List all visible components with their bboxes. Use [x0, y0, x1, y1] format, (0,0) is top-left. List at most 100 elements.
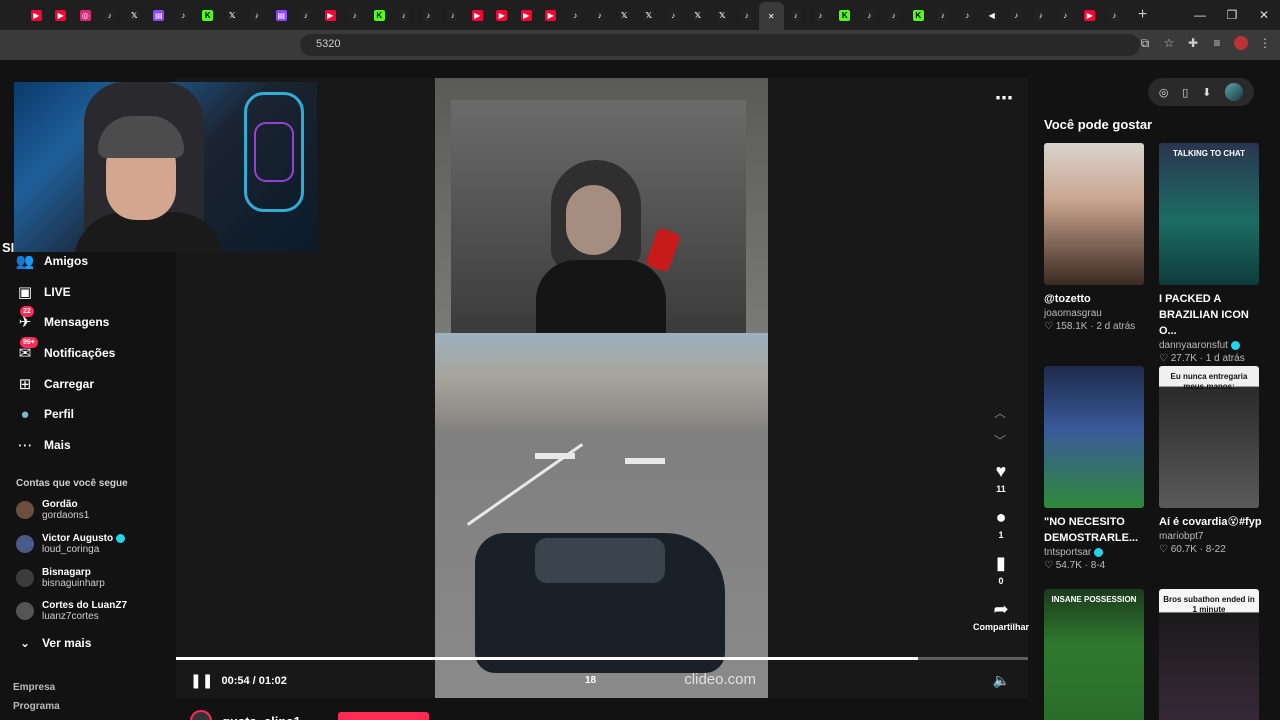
browser-tab[interactable]: ♪: [735, 3, 760, 27]
browser-tab[interactable]: ♪: [98, 3, 123, 27]
more-options-icon[interactable]: ⋯: [995, 88, 1014, 109]
browser-tab[interactable]: ♪: [1004, 3, 1029, 27]
minimize-icon[interactable]: —: [1184, 0, 1216, 30]
author-name[interactable]: gusta_clips1: [222, 714, 301, 720]
comment-button[interactable]: ● 1: [971, 507, 1031, 540]
browser-tab[interactable]: ♪: [784, 3, 809, 27]
followed-account[interactable]: Gordão gordaons1: [16, 499, 89, 521]
browser-tab[interactable]: ▤: [147, 3, 172, 27]
recommended-video-card[interactable]: "NO NECESITO DEMOSTRARLE... tntsportsar ♡ …: [1044, 366, 1144, 571]
browser-tab[interactable]: 𝕏: [122, 3, 147, 27]
browser-tab[interactable]: 𝕏: [220, 3, 245, 27]
sidebar-item-amigos[interactable]: 👥 Amigos: [16, 249, 88, 273]
video-frame[interactable]: 18 clideo.com: [435, 78, 768, 698]
browser-tab[interactable]: ♪: [343, 3, 368, 27]
sidebar-item-mensagens[interactable]: ✈ 22 Mensagens: [16, 306, 109, 334]
browser-tab[interactable]: ◎: [73, 3, 98, 27]
progress-bar[interactable]: [176, 657, 1028, 660]
mobile-icon[interactable]: ▯: [1182, 86, 1188, 99]
sidebar-item-carregar[interactable]: ⊞ Carregar: [16, 372, 94, 396]
browser-tab[interactable]: ♪: [563, 3, 588, 27]
new-tab-icon[interactable]: +: [1131, 6, 1155, 24]
restore-icon[interactable]: ❐: [1216, 0, 1248, 30]
close-icon[interactable]: ✕: [766, 11, 777, 22]
browser-tab[interactable]: K: [833, 3, 858, 27]
browser-tab[interactable]: ♪: [931, 3, 956, 27]
browser-tab[interactable]: ♪: [171, 3, 196, 27]
browser-tab[interactable]: ♪: [392, 3, 417, 27]
browser-tab[interactable]: ♪: [588, 3, 613, 27]
browser-tab[interactable]: ♪: [1053, 3, 1078, 27]
share-button[interactable]: ➦ Compartilhar: [966, 599, 1036, 632]
browser-tab[interactable]: ▶: [49, 3, 74, 27]
browser-tab[interactable]: ▶: [514, 3, 539, 27]
browser-tab[interactable]: ✕: [759, 2, 784, 30]
browser-tab[interactable]: ▶: [465, 3, 490, 27]
browser-tab[interactable]: ♪: [416, 3, 441, 27]
recommended-video-card[interactable]: TALKING TO CHAT I PACKED A BRAZILIAN ICON…: [1159, 143, 1259, 364]
browser-tab[interactable]: K: [367, 3, 392, 27]
browser-tab[interactable]: ♪: [955, 3, 980, 27]
recommended-video-card[interactable]: Bros subathon ended in 1 minute: [1159, 589, 1259, 720]
video-thumbnail[interactable]: Bros subathon ended in 1 minute: [1159, 589, 1259, 720]
browser-tab[interactable]: 𝕏: [710, 3, 735, 27]
recommended-video-card[interactable]: Eu nunca entregaria meus manos: Aí é cova…: [1159, 366, 1262, 555]
sidebar-item-live[interactable]: ▣ LIVE: [16, 280, 71, 304]
browser-tab[interactable]: ▶: [490, 3, 515, 27]
next-video-icon[interactable]: ﹀: [994, 432, 1006, 449]
sidebar-item-notificacoes[interactable]: ✉ 99+ Notificações: [16, 337, 115, 365]
video-thumbnail[interactable]: INSANE POSSESSION: [1044, 589, 1144, 720]
author-avatar[interactable]: [190, 710, 212, 720]
extensions-icon[interactable]: ✚: [1186, 36, 1200, 50]
follow-button[interactable]: [338, 712, 429, 720]
recommended-video-card[interactable]: INSANE POSSESSION: [1044, 589, 1144, 720]
browser-tab[interactable]: K: [906, 3, 931, 27]
browser-tab[interactable]: ♪: [857, 3, 882, 27]
browser-tab[interactable]: ▤: [269, 3, 294, 27]
download-icon[interactable]: ⬇: [1202, 86, 1211, 99]
followed-account[interactable]: Victor Augusto loud_coringa: [16, 533, 126, 555]
bookmark-star-icon[interactable]: ☆: [1162, 36, 1176, 50]
browser-tab[interactable]: 𝕏: [686, 3, 711, 27]
browser-tab[interactable]: K: [196, 3, 221, 27]
browser-tab[interactable]: ♪: [1102, 3, 1127, 27]
coins-icon[interactable]: ◎: [1159, 86, 1169, 99]
video-thumbnail[interactable]: [1044, 366, 1144, 508]
followed-account[interactable]: Bisnagarp bisnaguinharp: [16, 567, 105, 589]
recommended-video-card[interactable]: @tozetto joaomasgrau ♡ 158.1K · 2 d atrás: [1044, 143, 1144, 332]
browser-profile-avatar[interactable]: [1234, 36, 1248, 50]
video-thumbnail[interactable]: TALKING TO CHAT: [1159, 143, 1259, 285]
see-more-button[interactable]: ⌄ Ver mais: [20, 636, 91, 650]
browser-tab[interactable]: ▶: [539, 3, 564, 27]
previous-video-icon[interactable]: ︿: [994, 404, 1006, 421]
close-window-icon[interactable]: ✕: [1248, 0, 1280, 30]
browser-tab[interactable]: ▶: [318, 3, 343, 27]
install-app-icon[interactable]: ⧉: [1138, 36, 1152, 50]
footer-link-empresa[interactable]: Empresa: [13, 682, 55, 693]
volume-icon[interactable]: 🔈: [993, 672, 1010, 689]
browser-tab[interactable]: ♪: [245, 3, 270, 27]
sidebar-item-perfil[interactable]: ● Perfil: [16, 402, 74, 426]
video-thumbnail[interactable]: Eu nunca entregaria meus manos:: [1159, 366, 1259, 508]
browser-tab[interactable]: 𝕏: [612, 3, 637, 27]
reading-list-icon[interactable]: ≡: [1210, 36, 1224, 50]
video-thumbnail[interactable]: [1044, 143, 1144, 285]
sidebar-item-mais[interactable]: ⋯ Mais: [16, 433, 71, 457]
like-button[interactable]: ♥ 11: [971, 461, 1031, 494]
user-avatar[interactable]: [1225, 83, 1244, 101]
save-button[interactable]: ▮ 0: [971, 553, 1031, 586]
browser-tab[interactable]: ♪: [441, 3, 466, 27]
browser-tab[interactable]: ◀: [980, 3, 1005, 27]
browser-tab[interactable]: ▶: [1078, 3, 1103, 27]
browser-tab[interactable]: ♪: [1029, 3, 1054, 27]
address-bar[interactable]: 5320: [300, 34, 1140, 56]
browser-menu-icon[interactable]: ⋮: [1258, 36, 1272, 50]
browser-tab[interactable]: ▶: [24, 3, 49, 27]
browser-tab[interactable]: ♪: [808, 3, 833, 27]
browser-tab[interactable]: ♪: [882, 3, 907, 27]
pause-icon[interactable]: ❚❚: [190, 672, 213, 689]
browser-tab[interactable]: 𝕏: [637, 3, 662, 27]
browser-tab[interactable]: ♪: [661, 3, 686, 27]
followed-account[interactable]: Cortes do LuanZ7 luanz7cortes: [16, 600, 127, 622]
footer-link-programa[interactable]: Programa: [13, 701, 60, 712]
